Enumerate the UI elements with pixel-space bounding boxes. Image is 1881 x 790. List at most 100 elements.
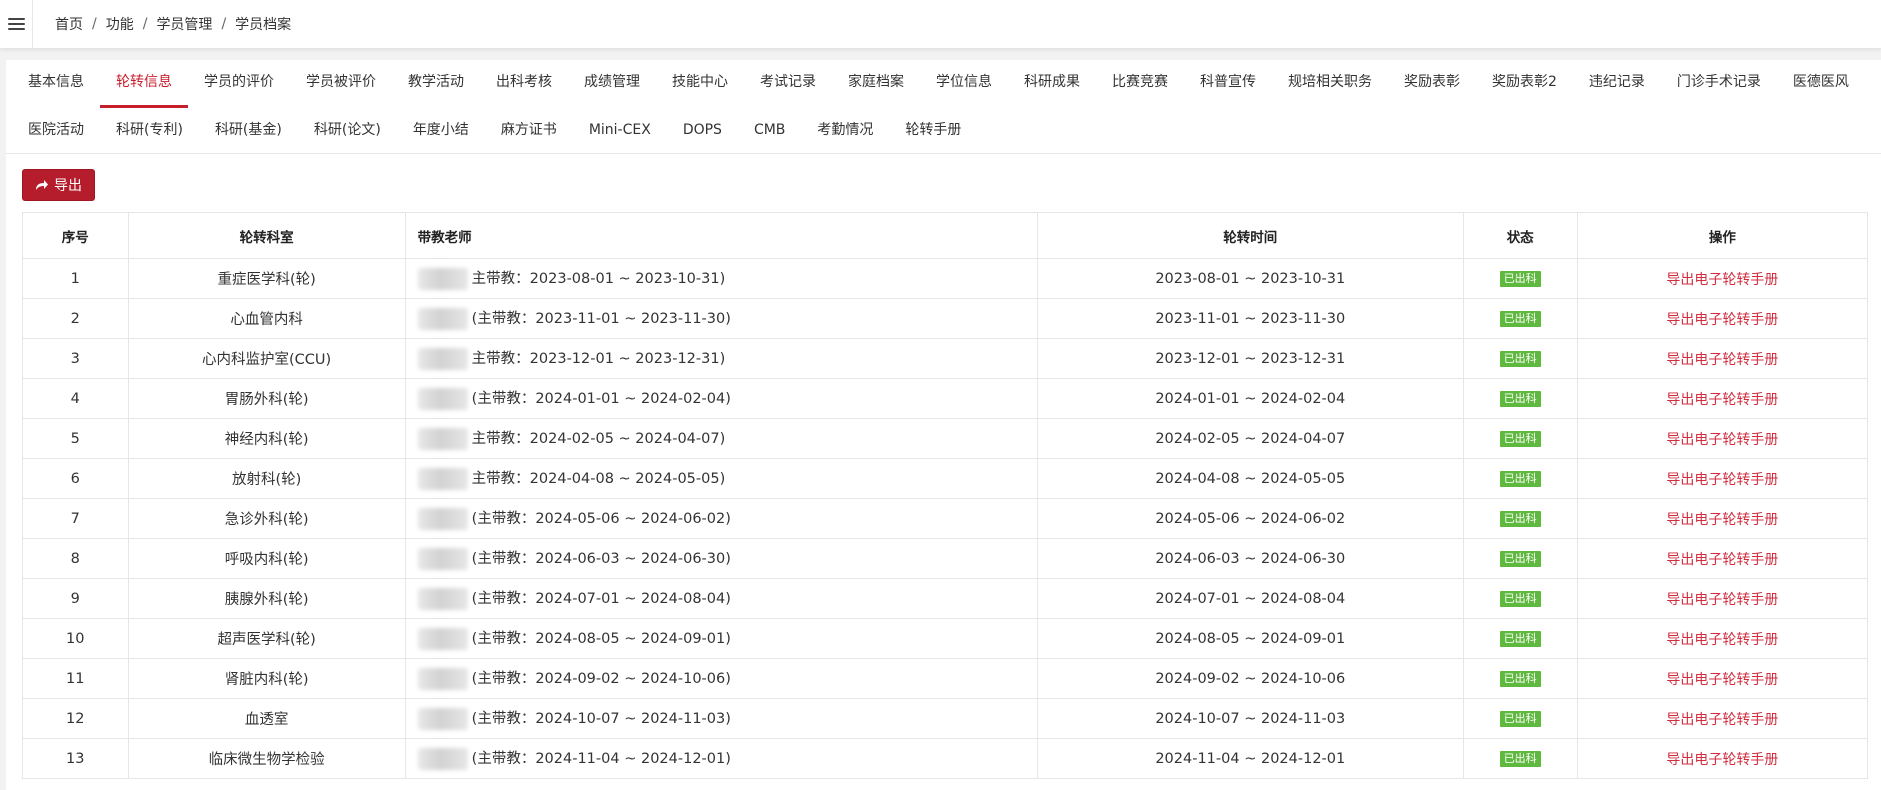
cell-action: 导出电子轮转手册: [1576, 298, 1869, 339]
cell-index: 9: [22, 578, 129, 619]
tab-item[interactable]: 学位信息: [920, 60, 1008, 108]
table-row: 8 呼吸内科(轮) (主带教：2024-06-03 ~ 2024-06-30) 202…: [22, 538, 1869, 579]
tab-item[interactable]: 科普宣传: [1184, 60, 1272, 108]
tab-item[interactable]: 技能中心: [656, 60, 744, 108]
breadcrumb-separator: /: [92, 16, 97, 32]
tab-row-1: 基本信息 轮转信息 学员的评价 学员被评价 教学活动 出科考核 成绩管理 技能中心 考试记录 家庭…: [22, 60, 1865, 108]
tab-item[interactable]: 医德医风: [1777, 60, 1865, 108]
teacher-text: 主带教：2023-08-01 ~ 2023-10-31): [471, 271, 726, 287]
export-handbook-link[interactable]: 导出电子轮转手册: [1666, 472, 1778, 488]
redacted-name: [417, 708, 468, 730]
tab-item[interactable]: 门诊手术记录: [1661, 60, 1777, 108]
tab-item[interactable]: 规培相关职务: [1272, 60, 1388, 108]
tab-item[interactable]: 考勤情况: [801, 108, 889, 156]
cell-period: 2023-11-01 ~ 2023-11-30: [1036, 298, 1464, 339]
cell-period: 2024-10-07 ~ 2024-11-03: [1036, 698, 1464, 739]
cell-period: 2023-12-01 ~ 2023-12-31: [1036, 338, 1464, 379]
cell-status: 已出科: [1462, 458, 1578, 499]
export-handbook-link[interactable]: 导出电子轮转手册: [1666, 272, 1778, 288]
tab-item[interactable]: 学员被评价: [290, 60, 392, 108]
export-handbook-link[interactable]: 导出电子轮转手册: [1666, 512, 1778, 528]
breadcrumb-item[interactable]: 学员管理: [156, 14, 212, 34]
cell-action: 导出电子轮转手册: [1576, 578, 1869, 619]
tab-item[interactable]: 违纪记录: [1573, 60, 1661, 108]
export-handbook-link[interactable]: 导出电子轮转手册: [1666, 632, 1778, 648]
cell-teacher: 主带教：2024-02-05 ~ 2024-04-07): [404, 418, 1038, 459]
cell-status: 已出科: [1462, 298, 1578, 339]
breadcrumb-item: 学员档案: [235, 17, 292, 33]
table-row: 11 肾脏内科(轮) (主带教：2024-09-02 ~ 2024-10-06) 20…: [22, 658, 1869, 699]
tab-item[interactable]: 考试记录: [744, 60, 832, 108]
tab-item[interactable]: 家庭档案: [832, 60, 920, 108]
redacted-name: [417, 428, 468, 450]
status-badge: 已出科: [1499, 631, 1541, 647]
cell-teacher: (主带教：2024-11-04 ~ 2024-12-01): [404, 738, 1038, 779]
export-handbook-link[interactable]: 导出电子轮转手册: [1666, 592, 1778, 608]
redacted-name: [417, 508, 468, 530]
cell-period: 2024-11-04 ~ 2024-12-01: [1036, 738, 1464, 779]
tab-item[interactable]: 科研(论文): [298, 108, 397, 156]
tab-item[interactable]: 年度小结: [397, 108, 485, 156]
export-button[interactable]: 导出: [22, 169, 95, 201]
export-handbook-link[interactable]: 导出电子轮转手册: [1666, 672, 1778, 688]
cell-dept: 胃肠外科(轮): [127, 378, 406, 419]
tab-item[interactable]: 轮转手册: [889, 108, 977, 156]
breadcrumb-item[interactable]: 首页: [55, 14, 83, 34]
tab-item[interactable]: 奖励表彰: [1388, 60, 1476, 108]
cell-index: 5: [22, 418, 129, 459]
tab-item[interactable]: 教学活动: [392, 60, 480, 108]
tab-item[interactable]: 比赛竞赛: [1096, 60, 1184, 108]
tab-item[interactable]: CMB: [738, 108, 801, 156]
cell-dept: 血透室: [127, 698, 406, 739]
redacted-name: [417, 308, 468, 330]
main-panel: 基本信息 轮转信息 学员的评价 学员被评价 教学活动 出科考核 成绩管理 技能中心 考试记录 家庭…: [6, 60, 1881, 790]
menu-toggle-button[interactable]: [0, 0, 32, 48]
tab-item[interactable]: 学员的评价: [188, 60, 290, 108]
export-handbook-link[interactable]: 导出电子轮转手册: [1666, 752, 1778, 768]
cell-teacher: 主带教：2024-04-08 ~ 2024-05-05): [404, 458, 1038, 499]
cell-teacher: (主带教：2024-09-02 ~ 2024-10-06): [404, 658, 1038, 699]
cell-teacher: (主带教：2023-11-01 ~ 2023-11-30): [404, 298, 1038, 339]
cell-teacher: (主带教：2024-08-05 ~ 2024-09-01): [404, 618, 1038, 659]
cell-status: 已出科: [1462, 618, 1578, 659]
tab-item[interactable]: DOPS: [667, 108, 738, 156]
teacher-text: (主带教：2024-08-05 ~ 2024-09-01): [471, 631, 731, 647]
tab-item[interactable]: 麻方证书: [485, 108, 573, 156]
tab-item[interactable]: 医院活动: [22, 108, 100, 156]
header-action: 操作: [1576, 212, 1869, 259]
redacted-name: [417, 268, 468, 290]
cell-dept: 重症医学科(轮): [127, 258, 406, 299]
tab-item[interactable]: 基本信息: [22, 60, 100, 108]
cell-dept: 急诊外科(轮): [127, 498, 406, 539]
export-handbook-link[interactable]: 导出电子轮转手册: [1666, 552, 1778, 568]
teacher-text: (主带教：2024-09-02 ~ 2024-10-06): [471, 671, 731, 687]
cell-action: 导出电子轮转手册: [1576, 258, 1869, 299]
cell-period: 2024-08-05 ~ 2024-09-01: [1036, 618, 1464, 659]
export-handbook-link[interactable]: 导出电子轮转手册: [1666, 312, 1778, 328]
export-handbook-link[interactable]: 导出电子轮转手册: [1666, 432, 1778, 448]
status-badge: 已出科: [1499, 311, 1541, 327]
breadcrumb-item[interactable]: 功能: [106, 14, 134, 34]
status-badge: 已出科: [1499, 351, 1541, 367]
status-badge: 已出科: [1499, 431, 1541, 447]
tab-item[interactable]: 科研(专利): [100, 108, 199, 156]
tab-item[interactable]: 奖励表彰2: [1476, 60, 1573, 108]
redacted-name: [417, 628, 468, 650]
header-index: 序号: [22, 212, 129, 259]
export-handbook-link[interactable]: 导出电子轮转手册: [1666, 352, 1778, 368]
tab-item[interactable]: 科研(基金): [199, 108, 298, 156]
cell-index: 7: [22, 498, 129, 539]
export-button-label: 导出: [54, 178, 82, 194]
tab-item[interactable]: 轮转信息: [100, 60, 188, 108]
status-badge: 已出科: [1499, 671, 1541, 687]
export-handbook-link[interactable]: 导出电子轮转手册: [1666, 392, 1778, 408]
tab-item[interactable]: 成绩管理: [568, 60, 656, 108]
cell-dept: 心血管内科: [127, 298, 406, 339]
export-handbook-link[interactable]: 导出电子轮转手册: [1666, 712, 1778, 728]
cell-index: 12: [22, 698, 129, 739]
table-row: 7 急诊外科(轮) (主带教：2024-05-06 ~ 2024-06-02) 202…: [22, 498, 1869, 539]
cell-dept: 胰腺外科(轮): [127, 578, 406, 619]
tab-item[interactable]: Mini-CEX: [573, 108, 667, 156]
tab-item[interactable]: 出科考核: [480, 60, 568, 108]
tab-item[interactable]: 科研成果: [1008, 60, 1096, 108]
